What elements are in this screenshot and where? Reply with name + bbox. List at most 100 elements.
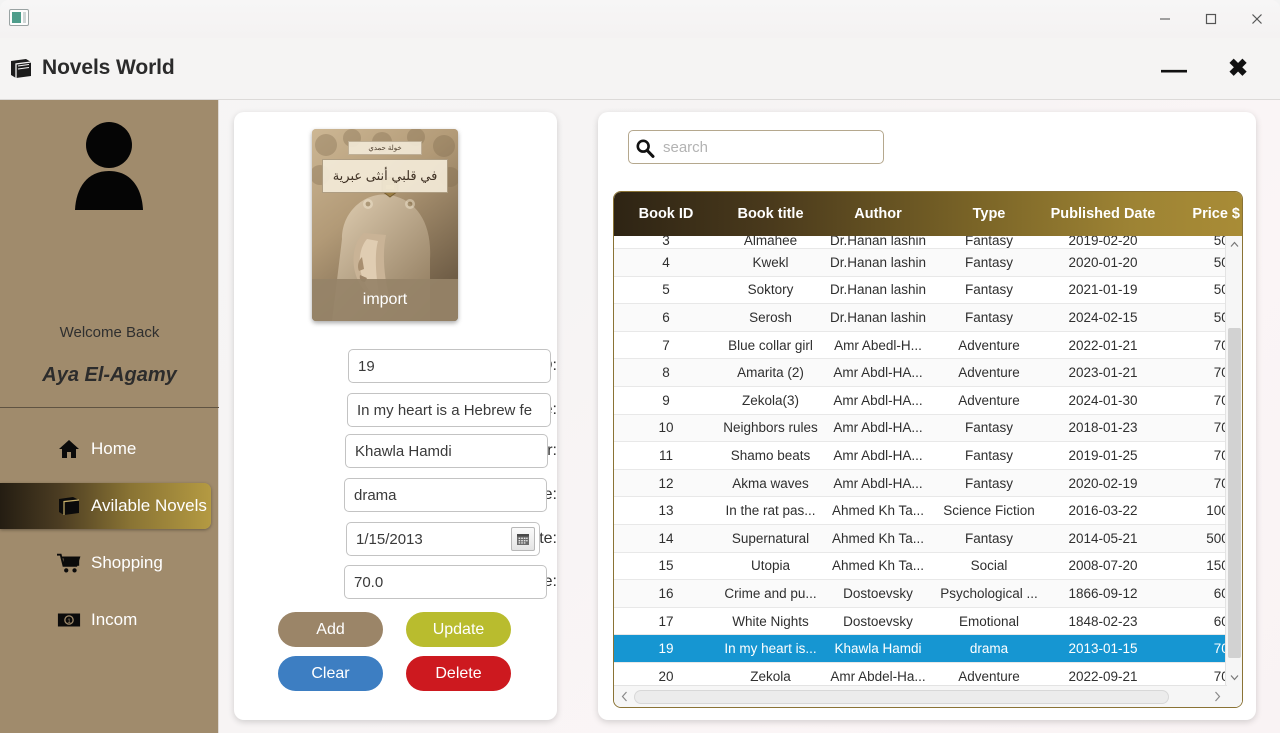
table-row[interactable]: 8 Amarita (2) Amr Abdl-HA... Adventure 2023-… xyxy=(614,359,1242,387)
table-cell: 5 xyxy=(662,282,670,298)
table-cell: 2019-02-20 xyxy=(1068,236,1138,248)
table-cell: Neighbors rules xyxy=(723,420,818,436)
author-field[interactable]: Khawla Hamdi xyxy=(345,434,548,468)
grid-column-header[interactable]: Published Date xyxy=(1045,206,1161,222)
window-close-button[interactable] xyxy=(1234,0,1280,38)
window-titlebar xyxy=(0,0,1280,38)
delete-button[interactable]: Delete xyxy=(406,656,511,691)
table-cell: Dr.Hanan lashin xyxy=(829,254,927,270)
sidebar-item-home[interactable]: Home xyxy=(0,426,211,472)
table-row[interactable]: 3 Almahee Dr.Hanan lashin Fantasy 2019-02-20… xyxy=(614,236,1242,249)
horizontal-scroll-thumb[interactable] xyxy=(634,690,1169,704)
chevron-down-icon[interactable] xyxy=(1226,669,1242,686)
clear-button[interactable]: Clear xyxy=(278,656,383,691)
app-close-button[interactable]: ✖ xyxy=(1218,52,1258,86)
table-row[interactable]: 16 Crime and pu... Dostoevsky Psychological… xyxy=(614,580,1242,608)
table-cell: 11 xyxy=(658,447,673,463)
price-field[interactable]: 70.0 xyxy=(344,565,547,599)
table-cell: Dr.Hanan lashin xyxy=(829,282,927,298)
table-cell: 6 xyxy=(662,309,670,325)
table-cell: Fantasy xyxy=(964,447,1014,463)
home-icon xyxy=(57,437,81,461)
window-maximize-button[interactable] xyxy=(1188,0,1234,38)
table-cell: 20 xyxy=(658,668,674,684)
table-cell: 2008-07-20 xyxy=(1068,558,1138,574)
search-input[interactable] xyxy=(663,131,881,163)
grid-column-header[interactable]: Book title xyxy=(718,206,823,222)
table-cell: 10 xyxy=(658,420,674,436)
table-cell: 12 xyxy=(658,475,674,491)
table-row[interactable]: 6SeroshDr.Hanan lashinFantasy2024-02-155… xyxy=(614,304,1242,332)
table-row[interactable]: 15 Utopia Ahmed Kh Ta... Social 2008-07-20 15… xyxy=(614,553,1242,581)
user-avatar-icon xyxy=(63,118,155,210)
sidebar-item-shopping[interactable]: Shopping xyxy=(0,540,211,586)
table-cell: In my heart is... xyxy=(724,641,817,657)
page-title: Novels World xyxy=(42,56,175,79)
grid-column-header[interactable]: Type xyxy=(933,206,1045,222)
table-cell: 1866-09-12 xyxy=(1068,585,1138,601)
table-row[interactable]: 4KweklDr.Hanan lashinFantasy2020-01-2050… xyxy=(614,249,1242,277)
update-button[interactable]: Update xyxy=(406,612,511,647)
table-row[interactable]: 17 White Nights Dostoevsky Emotional 1848-02… xyxy=(614,608,1242,636)
type-field[interactable]: drama xyxy=(344,478,547,512)
chevron-right-icon[interactable] xyxy=(1207,686,1227,707)
grid-column-header[interactable]: Price $ xyxy=(1161,206,1242,222)
book-id-field[interactable]: 19 xyxy=(348,349,551,383)
scrollbar-corner xyxy=(1227,685,1242,707)
add-button[interactable]: Add xyxy=(278,612,383,647)
chevron-left-icon[interactable] xyxy=(614,686,634,707)
table-row[interactable]: 7 Blue collar girl Amr Abedl-H... Adventure… xyxy=(614,332,1242,360)
table-cell: Amr Abdl-HA... xyxy=(833,365,923,381)
table-cell: Amr Abdel-Ha... xyxy=(830,668,926,684)
table-cell: Adventure xyxy=(958,392,1020,408)
table-cell: Almahee xyxy=(743,236,798,248)
table-row[interactable]: 10 Neighbors rules Amr Abdl-HA... Fantasy 20… xyxy=(614,414,1242,443)
table-cell: Dostoevsky xyxy=(843,585,913,601)
cover-title-text: في قلبي أنثى عبرية xyxy=(322,159,448,193)
table-row[interactable]: 11 Shamo beats Amr Abdl-HA... Fantasy 2019-0… xyxy=(614,442,1242,470)
table-cell: Fantasy xyxy=(964,530,1014,546)
table-cell: In the rat pas... xyxy=(725,503,816,519)
table-row[interactable]: 20 Zekola Amr Abdel-Ha... Adventure 2022-09-… xyxy=(614,663,1242,686)
table-cell: Amarita (2) xyxy=(737,365,804,381)
table-cell: Khawla Hamdi xyxy=(834,641,922,657)
grid-horizontal-scrollbar[interactable] xyxy=(614,685,1242,707)
sidebar-item-avilable-novels[interactable]: Avilable Novels xyxy=(0,483,211,529)
table-cell: Fantasy xyxy=(964,309,1014,325)
table-cell: Amr Abdl-HA... xyxy=(833,392,923,408)
search-box[interactable] xyxy=(628,130,884,164)
sidebar-item-incom[interactable]: 1 Incom xyxy=(0,597,211,643)
table-row[interactable]: 14 Supernatural Ahmed Kh Ta... Fantasy 2014-… xyxy=(614,524,1242,553)
form-row-published-date: Published Date: 1/15/2013 xyxy=(234,522,557,556)
table-cell: 2020-02-19 xyxy=(1068,475,1138,491)
table-cell: Fantasy xyxy=(964,475,1014,491)
svg-text:1: 1 xyxy=(67,618,71,625)
app-minimize-button[interactable]: — xyxy=(1154,52,1194,86)
table-row[interactable]: 5 Soktory Dr.Hanan lashin Fantasy 2021-01-19… xyxy=(614,277,1242,305)
book-form-card: خولة حمدي في قلبي أنثى عبرية import Book… xyxy=(234,112,557,720)
table-cell: Zekola xyxy=(750,668,791,684)
sidebar-item-label: Incom xyxy=(91,610,138,629)
table-cell: 2019-01-25 xyxy=(1068,447,1138,463)
table-cell: Psychological ... xyxy=(940,585,1038,601)
book-title-field[interactable]: In my heart is a Hebrew fe xyxy=(347,393,551,427)
grid-column-header[interactable]: Book ID xyxy=(614,206,718,222)
calendar-icon[interactable] xyxy=(511,527,535,551)
grid-column-header[interactable]: Author xyxy=(823,206,933,222)
book-cover-image[interactable]: خولة حمدي في قلبي أنثى عبرية import xyxy=(312,129,458,321)
table-cell: 2024-02-15 xyxy=(1068,309,1138,325)
import-button[interactable]: import xyxy=(312,279,458,321)
chevron-up-icon[interactable] xyxy=(1226,236,1242,253)
table-cell: Dostoevsky xyxy=(843,613,913,629)
table-cell: 2014-05-21 xyxy=(1068,530,1138,546)
vertical-scroll-thumb[interactable] xyxy=(1228,328,1241,658)
table-row[interactable]: 13 In the rat pas... Ahmed Kh Ta... Science… xyxy=(614,497,1242,525)
table-row[interactable]: 12 Akma waves Amr Abdl-HA... Fantasy 2020-02… xyxy=(614,469,1242,498)
table-row[interactable]: 9 Zekola(3) Amr Abdl-HA... Adventure 2024-01… xyxy=(614,387,1242,415)
window-minimize-button[interactable] xyxy=(1142,0,1188,38)
table-cell: Amr Abdl-HA... xyxy=(833,475,923,491)
table-cell: Emotional xyxy=(958,613,1020,629)
table-cell: 14 xyxy=(658,530,674,546)
table-row[interactable]: 19 In my heart is... Khawla Hamdi drama 2013… xyxy=(614,635,1242,663)
grid-vertical-scrollbar[interactable] xyxy=(1225,236,1242,686)
